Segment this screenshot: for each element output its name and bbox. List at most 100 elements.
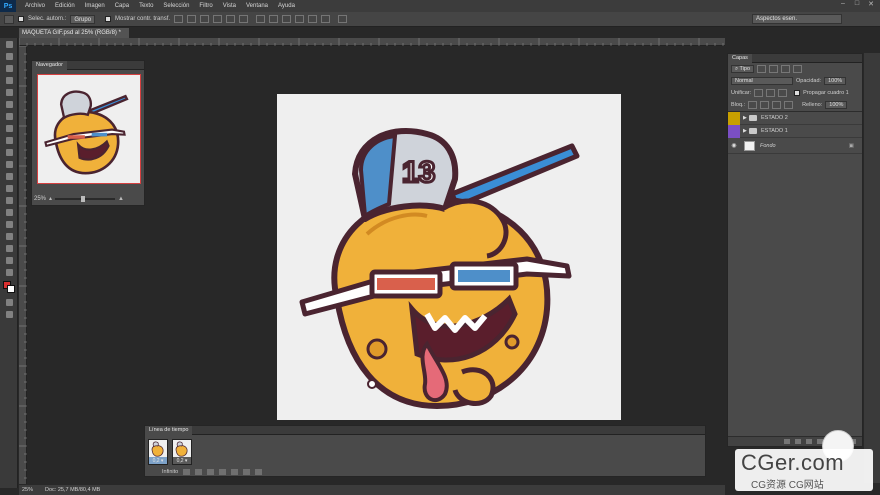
prev-frame-icon[interactable]: [195, 469, 203, 475]
zoom-tool[interactable]: [0, 266, 18, 278]
eraser-tool[interactable]: [0, 158, 18, 170]
layer-mask-icon[interactable]: [806, 439, 812, 444]
opacity-input[interactable]: 100%: [824, 77, 847, 85]
zoom-out-icon[interactable]: ▴: [49, 195, 52, 202]
lock-transparency-icon[interactable]: [748, 101, 758, 109]
frame-1[interactable]: 0,2 ▾: [148, 439, 168, 465]
layers-tab[interactable]: Capas: [728, 53, 752, 63]
quick-select-tool[interactable]: [0, 74, 18, 86]
marquee-tool[interactable]: [0, 50, 18, 62]
filter-shape-icon[interactable]: [793, 65, 803, 73]
align-top-icon[interactable]: [174, 15, 184, 23]
distribute-middle-icon[interactable]: [269, 15, 279, 23]
screen-mode-tool[interactable]: [0, 308, 18, 320]
distribute-right-icon[interactable]: [321, 15, 331, 23]
filter-pixel-icon[interactable]: [757, 65, 767, 73]
delete-frame-icon[interactable]: [255, 469, 263, 475]
distribute-bottom-icon[interactable]: [282, 15, 292, 23]
unify-style-icon[interactable]: [778, 89, 788, 97]
pen-tool[interactable]: [0, 206, 18, 218]
play-icon[interactable]: [207, 469, 215, 475]
dodge-tool[interactable]: [0, 194, 18, 206]
blur-tool[interactable]: [0, 182, 18, 194]
layer-style-icon[interactable]: [795, 439, 801, 444]
navigator-zoom-slider[interactable]: [55, 195, 116, 202]
healing-tool[interactable]: [0, 110, 18, 122]
move-tool-preset-icon[interactable]: [4, 14, 14, 24]
status-zoom[interactable]: 25%: [22, 487, 33, 493]
layer-row-estado-1[interactable]: ▶ ESTADO 1: [728, 124, 862, 138]
first-frame-icon[interactable]: [183, 469, 191, 475]
shape-tool[interactable]: [0, 242, 18, 254]
menu-edicion[interactable]: Edición: [50, 3, 80, 9]
layer-row-fondo[interactable]: ◉ Fondo ▣: [728, 138, 862, 154]
workspace-dropdown[interactable]: Aspectos esen.: [752, 14, 842, 24]
distribute-center-icon[interactable]: [308, 15, 318, 23]
close-button[interactable]: ✕: [864, 0, 878, 8]
hand-tool[interactable]: [0, 254, 18, 266]
menu-capa[interactable]: Capa: [110, 3, 134, 9]
navigator-zoom-value[interactable]: 25%: [34, 196, 46, 202]
blend-mode-dropdown[interactable]: Normal: [731, 77, 793, 85]
frame-delay[interactable]: 0,2 ▾: [173, 457, 191, 465]
fill-input[interactable]: 100%: [825, 101, 848, 109]
link-layers-icon[interactable]: [784, 439, 790, 444]
loop-dropdown[interactable]: Infinito: [162, 469, 178, 475]
navigator-thumbnail[interactable]: [37, 74, 141, 184]
transform-controls-checkbox[interactable]: [105, 16, 112, 22]
zoom-in-icon[interactable]: ▲: [118, 196, 124, 202]
menu-texto[interactable]: Texto: [134, 3, 158, 9]
maximize-button[interactable]: □: [850, 0, 864, 8]
visibility-eye-icon[interactable]: ◉: [728, 142, 740, 149]
navigator-tab[interactable]: Navegador: [32, 60, 67, 70]
menu-filtro[interactable]: Filtro: [194, 3, 217, 9]
tween-icon[interactable]: [231, 469, 239, 475]
document-canvas[interactable]: 13: [277, 94, 621, 420]
duplicate-frame-icon[interactable]: [243, 469, 251, 475]
auto-select-dropdown[interactable]: Grupo: [70, 14, 96, 24]
gradient-tool[interactable]: [0, 170, 18, 182]
distribute-top-icon[interactable]: [256, 15, 266, 23]
history-brush-tool[interactable]: [0, 146, 18, 158]
align-left-icon[interactable]: [213, 15, 223, 23]
brush-tool[interactable]: [0, 122, 18, 134]
menu-ventana[interactable]: Ventana: [241, 3, 273, 9]
frame-delay[interactable]: 0,2 ▾: [149, 457, 167, 465]
stamp-tool[interactable]: [0, 134, 18, 146]
minimize-button[interactable]: –: [836, 0, 850, 8]
timeline-tab[interactable]: Línea de tiempo: [145, 425, 193, 435]
document-tab[interactable]: MAQUETA GIF.psd al 25% (RGB/8) * ×: [19, 28, 129, 46]
filter-type-icon[interactable]: [781, 65, 791, 73]
quick-mask-tool[interactable]: [0, 296, 18, 308]
eyedropper-tool[interactable]: [0, 98, 18, 110]
unify-position-icon[interactable]: [754, 89, 764, 97]
menu-vista[interactable]: Vista: [218, 3, 241, 9]
align-center-icon[interactable]: [226, 15, 236, 23]
frame-2[interactable]: 0,2 ▾: [172, 439, 192, 465]
lock-pixels-icon[interactable]: [760, 101, 770, 109]
crop-tool[interactable]: [0, 86, 18, 98]
distribute-left-icon[interactable]: [295, 15, 305, 23]
lock-position-icon[interactable]: [772, 101, 782, 109]
layer-row-estado-2[interactable]: ▶ ESTADO 2: [728, 111, 862, 125]
background-color-swatch[interactable]: [7, 285, 15, 293]
auto-align-icon[interactable]: [338, 15, 348, 23]
move-tool[interactable]: [0, 38, 18, 50]
align-bottom-icon[interactable]: [200, 15, 210, 23]
lock-all-icon[interactable]: [784, 101, 794, 109]
menu-imagen[interactable]: Imagen: [80, 3, 110, 9]
menu-archivo[interactable]: Archivo: [20, 3, 50, 9]
unify-visibility-icon[interactable]: [766, 89, 776, 97]
propagate-checkbox[interactable]: [794, 90, 801, 96]
layer-filter-dropdown[interactable]: ⌕ Tipo: [731, 65, 755, 73]
next-frame-icon[interactable]: [219, 469, 227, 475]
color-swatches[interactable]: [0, 278, 17, 296]
auto-select-checkbox[interactable]: [18, 16, 24, 22]
type-tool[interactable]: [0, 218, 18, 230]
menu-ayuda[interactable]: Ayuda: [273, 3, 300, 9]
lasso-tool[interactable]: [0, 62, 18, 74]
align-right-icon[interactable]: [239, 15, 249, 23]
filter-adjustment-icon[interactable]: [769, 65, 779, 73]
menu-seleccion[interactable]: Selección: [158, 3, 194, 9]
path-select-tool[interactable]: [0, 230, 18, 242]
